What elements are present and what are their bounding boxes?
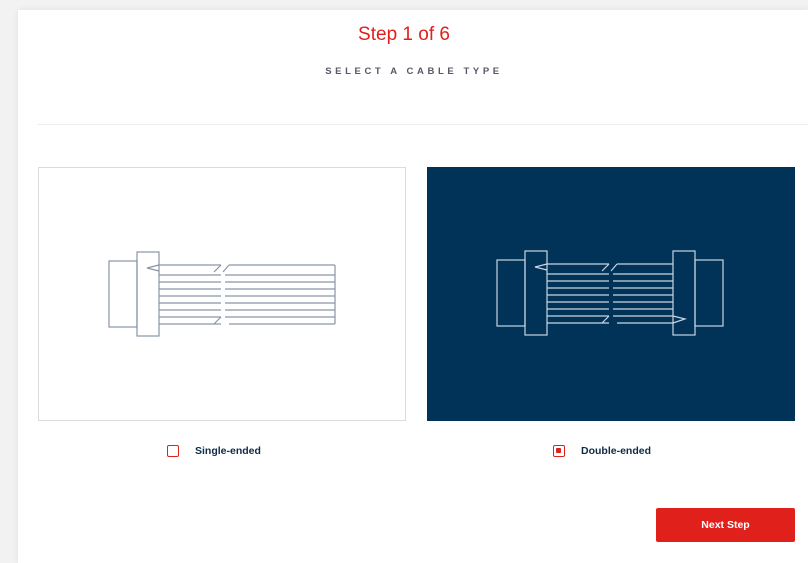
double-ended-card[interactable] (427, 167, 795, 421)
double-ended-cable-icon (496, 250, 724, 336)
step-indicator: Step 1 of 6 (358, 24, 450, 45)
next-step-button[interactable]: Next Step (656, 508, 795, 542)
double-ended-option[interactable]: Double-ended (553, 443, 651, 459)
single-ended-option[interactable]: Single-ended (167, 443, 261, 459)
single-ended-card[interactable] (38, 167, 406, 421)
double-ended-label: Double-ended (581, 445, 651, 457)
single-ended-cable-icon (108, 251, 336, 337)
single-ended-checkbox[interactable] (167, 445, 179, 457)
single-ended-label: Single-ended (195, 445, 261, 457)
step-subtitle: SELECT A CABLE TYPE (325, 66, 503, 77)
double-ended-checkbox[interactable] (553, 445, 565, 457)
divider (38, 124, 808, 125)
